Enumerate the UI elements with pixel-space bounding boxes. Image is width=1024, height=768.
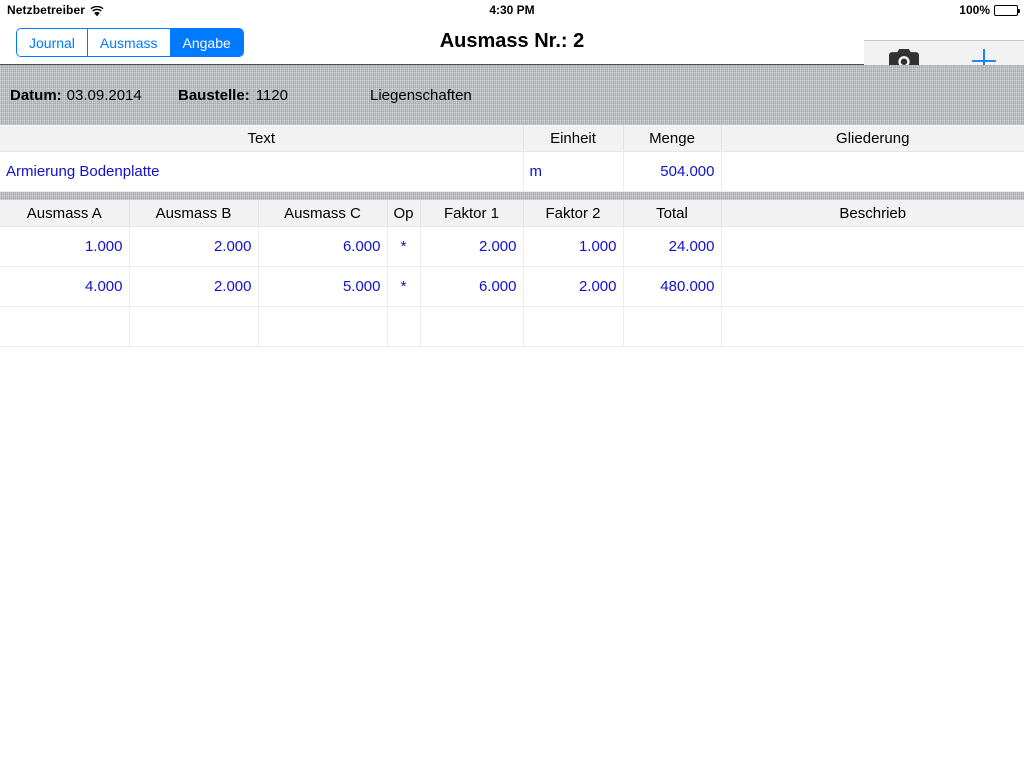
table-row[interactable]: 1.000 2.000 6.000 * 2.000 1.000 24.000 <box>0 226 1024 267</box>
column-header-gliederung[interactable]: Gliederung <box>721 125 1024 152</box>
cell-ausmass-c[interactable]: 5.000 <box>258 266 388 307</box>
cell-faktor-1[interactable] <box>420 306 524 347</box>
cell-ausmass-c[interactable] <box>258 306 388 347</box>
cell-text[interactable]: Armierung Bodenplatte <box>0 151 524 192</box>
column-header-op[interactable]: Op <box>387 200 421 227</box>
measurement-table-header-row: Ausmass A Ausmass B Ausmass C Op Faktor … <box>0 200 1024 227</box>
cell-ausmass-b[interactable]: 2.000 <box>129 266 259 307</box>
baustelle-field: Baustelle: 1120 <box>178 87 288 104</box>
cell-gliederung[interactable] <box>721 151 1024 192</box>
status-bar-right: 100% <box>959 3 1020 17</box>
cell-faktor-2[interactable] <box>523 306 624 347</box>
cell-op[interactable] <box>387 306 421 347</box>
table-row[interactable] <box>0 306 1024 347</box>
column-header-faktor-1[interactable]: Faktor 1 <box>420 200 524 227</box>
cell-ausmass-a[interactable] <box>0 306 130 347</box>
baustelle-value: 1120 <box>255 86 288 104</box>
measurement-table: Ausmass A Ausmass B Ausmass C Op Faktor … <box>0 200 1024 347</box>
status-bar-time: 4:30 PM <box>489 3 535 17</box>
datum-field: Datum: 03.09.2014 <box>10 87 142 104</box>
cell-beschrieb[interactable] <box>721 226 1024 267</box>
cell-total[interactable]: 480.000 <box>623 266 722 307</box>
position-table: Text Einheit Menge Gliederung Armierung … <box>0 125 1024 192</box>
info-bar: Datum: 03.09.2014 Baustelle: 1120 Liegen… <box>0 65 1024 125</box>
baustelle-name: Liegenschaften <box>370 86 472 104</box>
baustelle-label: Baustelle: <box>178 86 250 104</box>
battery-full-icon <box>994 4 1020 16</box>
cell-menge[interactable]: 504.000 <box>623 151 722 192</box>
position-table-header-row: Text Einheit Menge Gliederung <box>0 125 1024 152</box>
cell-faktor-1[interactable]: 2.000 <box>420 226 524 267</box>
cell-ausmass-c[interactable]: 6.000 <box>258 226 388 267</box>
column-header-ausmass-c[interactable]: Ausmass C <box>258 200 388 227</box>
table-row[interactable]: Armierung Bodenplatte m 504.000 <box>0 151 1024 192</box>
cell-beschrieb[interactable] <box>721 306 1024 347</box>
cell-total[interactable]: 24.000 <box>623 226 722 267</box>
cell-ausmass-b[interactable] <box>129 306 259 347</box>
cell-beschrieb[interactable] <box>721 266 1024 307</box>
table-row[interactable]: 4.000 2.000 5.000 * 6.000 2.000 480.000 <box>0 266 1024 307</box>
navigation-bar: Journal Ausmass Angabe Ausmass Nr.: 2 <box>0 20 1024 85</box>
app-root: Netzbetreiber 4:30 PM 100% Journal Ausma… <box>0 0 1024 768</box>
battery-percent-label: 100% <box>959 3 990 17</box>
cell-total[interactable] <box>623 306 722 347</box>
column-header-ausmass-b[interactable]: Ausmass B <box>129 200 259 227</box>
column-header-ausmass-a[interactable]: Ausmass A <box>0 200 130 227</box>
cell-op[interactable]: * <box>387 266 421 307</box>
content-area: Text Einheit Menge Gliederung Armierung … <box>0 125 1024 347</box>
table-separator <box>0 192 1024 200</box>
cell-einheit[interactable]: m <box>523 151 624 192</box>
datum-value: 03.09.2014 <box>66 86 142 104</box>
cell-faktor-2[interactable]: 2.000 <box>523 266 624 307</box>
cell-faktor-2[interactable]: 1.000 <box>523 226 624 267</box>
cell-ausmass-a[interactable]: 4.000 <box>0 266 130 307</box>
status-bar: Netzbetreiber 4:30 PM 100% <box>0 0 1024 20</box>
cell-ausmass-a[interactable]: 1.000 <box>0 226 130 267</box>
column-header-menge[interactable]: Menge <box>623 125 722 152</box>
datum-label: Datum: <box>10 86 62 104</box>
column-header-text[interactable]: Text <box>0 125 524 152</box>
cell-op[interactable]: * <box>387 226 421 267</box>
cell-faktor-1[interactable]: 6.000 <box>420 266 524 307</box>
column-header-total[interactable]: Total <box>623 200 722 227</box>
cell-ausmass-b[interactable]: 2.000 <box>129 226 259 267</box>
column-header-faktor-2[interactable]: Faktor 2 <box>523 200 624 227</box>
column-header-einheit[interactable]: Einheit <box>523 125 624 152</box>
column-header-beschrieb[interactable]: Beschrieb <box>721 200 1024 227</box>
